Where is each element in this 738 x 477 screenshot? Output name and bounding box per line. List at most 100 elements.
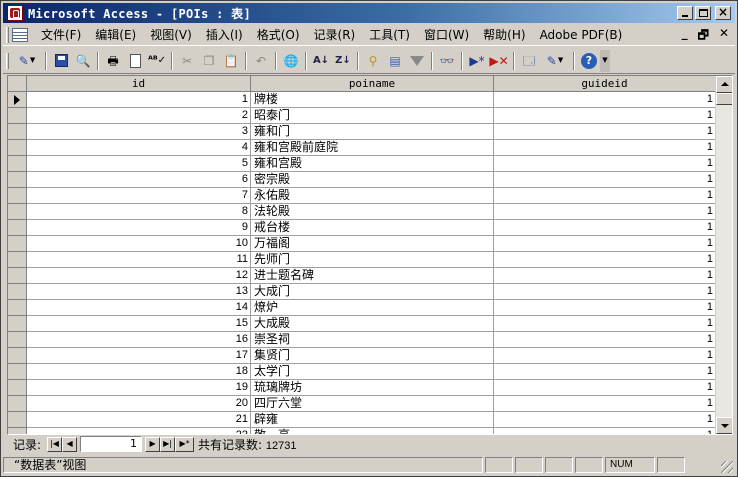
cell-poiname[interactable]: 进士题名碑 xyxy=(251,268,494,284)
cell-poiname[interactable]: 万福阁 xyxy=(251,236,494,252)
datasheet-menu-icon[interactable] xyxy=(12,27,28,42)
menu-insert[interactable]: 插入(I) xyxy=(199,26,250,44)
cell-id[interactable]: 8 xyxy=(27,204,251,220)
menu-window[interactable]: 窗口(W) xyxy=(417,26,476,44)
cell-guideid[interactable]: 1 xyxy=(494,188,716,204)
toolbar-options-button[interactable]: ▼ xyxy=(600,49,610,72)
select-all-corner[interactable] xyxy=(8,76,27,92)
cell-poiname[interactable]: 戒台楼 xyxy=(251,220,494,236)
cell-poiname[interactable]: 法轮殿 xyxy=(251,204,494,220)
help-button[interactable]: ? xyxy=(578,50,600,72)
table-row[interactable]: 13 大成门 1 xyxy=(8,284,716,300)
menu-view[interactable]: 视图(V) xyxy=(143,26,199,44)
record-selector[interactable] xyxy=(8,124,27,140)
table-row[interactable]: 6 密宗殿 1 xyxy=(8,172,716,188)
menu-format[interactable]: 格式(O) xyxy=(250,26,307,44)
record-selector[interactable] xyxy=(8,268,27,284)
table-row[interactable]: 20 四厅六堂 1 xyxy=(8,396,716,412)
current-record-selector[interactable] xyxy=(8,92,27,108)
record-selector[interactable] xyxy=(8,220,27,236)
record-selector[interactable] xyxy=(8,396,27,412)
cell-guideid[interactable]: 1 xyxy=(494,92,716,108)
cell-poiname[interactable]: 大成门 xyxy=(251,284,494,300)
cell-poiname[interactable]: 集贤门 xyxy=(251,348,494,364)
cell-poiname[interactable]: 牌楼 xyxy=(251,92,494,108)
column-header-poiname[interactable]: poiname xyxy=(251,76,494,92)
table-row[interactable]: 3 雍和门 1 xyxy=(8,124,716,140)
cell-id[interactable]: 17 xyxy=(27,348,251,364)
spelling-button[interactable]: ᴬᴮ✓ xyxy=(146,50,168,72)
delete-record-button[interactable]: ▶✕ xyxy=(488,50,510,72)
cell-poiname[interactable]: 辟雍 xyxy=(251,412,494,428)
cell-guideid[interactable]: 1 xyxy=(494,140,716,156)
menu-edit[interactable]: 编辑(E) xyxy=(88,26,143,44)
cell-guideid[interactable]: 1 xyxy=(494,172,716,188)
table-row[interactable]: 11 先师门 1 xyxy=(8,252,716,268)
cell-guideid[interactable]: 1 xyxy=(494,268,716,284)
table-row[interactable]: 8 法轮殿 1 xyxy=(8,204,716,220)
child-minimize-button[interactable]: _ xyxy=(682,26,688,47)
table-row[interactable]: 19 琉璃牌坊 1 xyxy=(8,380,716,396)
table-row[interactable]: 14 燎炉 1 xyxy=(8,300,716,316)
find-button[interactable]: 👓 xyxy=(436,50,458,72)
table-row[interactable]: 4 雍和宫殿前庭院 1 xyxy=(8,140,716,156)
filter-by-form-button[interactable]: ▤ xyxy=(384,50,406,72)
table-row[interactable]: 15 大成殿 1 xyxy=(8,316,716,332)
table-row[interactable]: 12 进士题名碑 1 xyxy=(8,268,716,284)
scroll-thumb[interactable] xyxy=(716,93,732,105)
current-record-input[interactable]: 1 xyxy=(80,436,143,452)
cell-guideid[interactable]: 1 xyxy=(494,220,716,236)
copy-button[interactable]: ❐ xyxy=(198,50,220,72)
cell-id[interactable]: 4 xyxy=(27,140,251,156)
record-selector[interactable] xyxy=(8,156,27,172)
table-row[interactable]: 22 敬一亭 1 xyxy=(8,428,716,434)
cell-id[interactable]: 19 xyxy=(27,380,251,396)
menu-adobe-pdf[interactable]: Adobe PDF(B) xyxy=(533,26,630,44)
cell-guideid[interactable]: 1 xyxy=(494,396,716,412)
menu-file[interactable]: 文件(F) xyxy=(34,26,88,44)
maximize-button[interactable] xyxy=(695,6,711,20)
column-header-id[interactable]: id xyxy=(27,76,251,92)
menu-tools[interactable]: 工具(T) xyxy=(362,26,417,44)
record-selector[interactable] xyxy=(8,316,27,332)
table-row[interactable]: 2 昭泰门 1 xyxy=(8,108,716,124)
cell-guideid[interactable]: 1 xyxy=(494,316,716,332)
print-button[interactable]: 🖶 xyxy=(102,50,124,72)
new-record-button[interactable]: ▶* xyxy=(466,50,488,72)
new-object-button[interactable]: ✎ ▼ xyxy=(540,50,570,72)
cell-poiname[interactable]: 琉璃牌坊 xyxy=(251,380,494,396)
cell-guideid[interactable]: 1 xyxy=(494,284,716,300)
cell-id[interactable]: 16 xyxy=(27,332,251,348)
cell-poiname[interactable]: 雍和宫殿 xyxy=(251,156,494,172)
record-selector[interactable] xyxy=(8,428,27,434)
record-selector[interactable] xyxy=(8,188,27,204)
table-row[interactable]: 1 牌楼 1 xyxy=(8,92,716,108)
menu-records[interactable]: 记录(R) xyxy=(307,26,363,44)
cell-poiname[interactable]: 燎炉 xyxy=(251,300,494,316)
record-selector[interactable] xyxy=(8,284,27,300)
sort-descending-button[interactable]: Z↓ xyxy=(332,50,354,72)
toolbar-grip[interactable] xyxy=(6,52,9,69)
title-bar[interactable]: Microsoft Access - [POIs : 表] × xyxy=(3,3,735,23)
access-app-icon[interactable] xyxy=(7,5,23,21)
previous-record-button[interactable]: ◀ xyxy=(62,436,78,452)
record-selector[interactable] xyxy=(8,204,27,220)
cell-poiname[interactable]: 先师门 xyxy=(251,252,494,268)
record-selector[interactable] xyxy=(8,364,27,380)
cell-id[interactable]: 10 xyxy=(27,236,251,252)
cell-guideid[interactable]: 1 xyxy=(494,300,716,316)
cell-id[interactable]: 14 xyxy=(27,300,251,316)
cell-id[interactable]: 3 xyxy=(27,124,251,140)
cell-id[interactable]: 18 xyxy=(27,364,251,380)
save-button[interactable] xyxy=(50,50,72,72)
cell-guideid[interactable]: 1 xyxy=(494,364,716,380)
cell-id[interactable]: 13 xyxy=(27,284,251,300)
cell-id[interactable]: 6 xyxy=(27,172,251,188)
first-record-button[interactable]: |◀ xyxy=(47,436,63,452)
record-selector[interactable] xyxy=(8,332,27,348)
record-selector[interactable] xyxy=(8,236,27,252)
sort-ascending-button[interactable]: A↓ xyxy=(310,50,332,72)
cell-guideid[interactable]: 1 xyxy=(494,108,716,124)
last-record-button[interactable]: ▶| xyxy=(160,436,176,452)
resize-grip[interactable] xyxy=(721,461,733,473)
